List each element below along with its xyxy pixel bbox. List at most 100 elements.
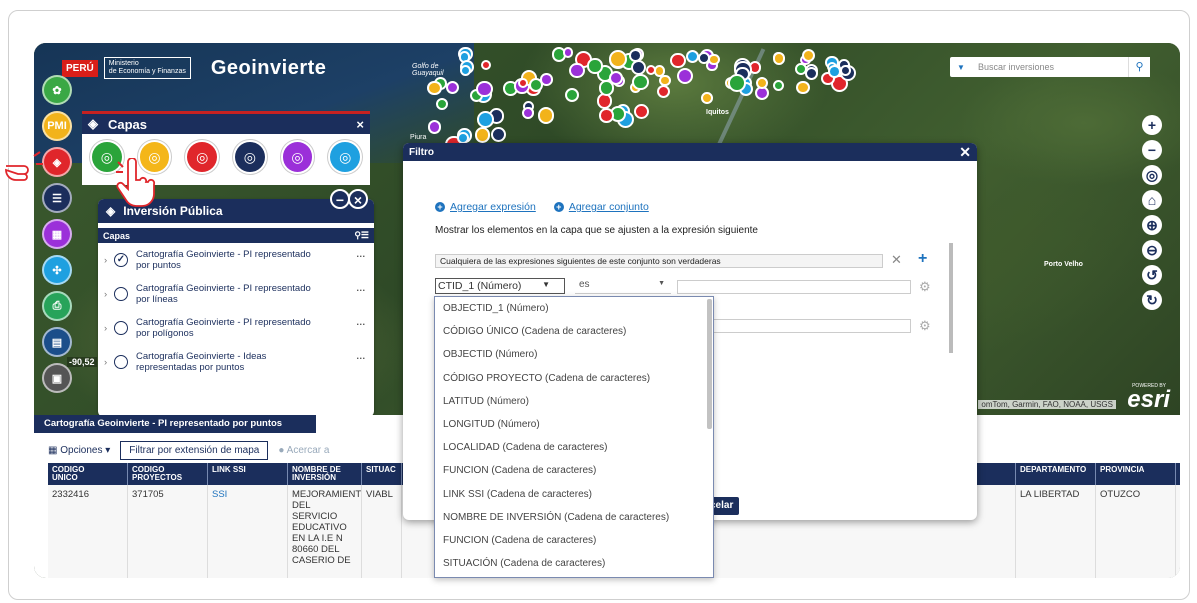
capa-type-5-icon[interactable]: ◎	[280, 140, 315, 174]
zoom-out-area-icon[interactable]: ⊖	[1142, 240, 1162, 260]
dropdown-option[interactable]: LONGITUD (Número)	[435, 413, 713, 436]
zoom-out-icon[interactable]: −	[1142, 140, 1162, 160]
agregar-conjunto-link[interactable]: + Agregar conjunto	[553, 201, 649, 213]
close-icon[interactable]: ×	[356, 117, 364, 132]
layer-toggle[interactable]	[114, 287, 128, 301]
expand-arrow-icon[interactable]: ›	[104, 323, 112, 334]
layer-item[interactable]: › Cartografía Geoinvierte - Ideas represen…	[98, 345, 374, 379]
project-marker[interactable]	[608, 50, 627, 68]
table-tab[interactable]: Cartografía Geoinvierte - PI representad…	[34, 415, 316, 433]
project-marker[interactable]	[633, 103, 649, 120]
project-marker[interactable]	[564, 87, 580, 103]
column-header[interactable]: DEPARTAMENTO	[1016, 463, 1096, 485]
search-icon[interactable]: ⚲	[1128, 57, 1150, 77]
search-input[interactable]: Buscar inversiones	[972, 62, 1128, 72]
project-marker[interactable]	[460, 64, 472, 76]
remove-set-icon[interactable]: ✕	[891, 252, 902, 268]
layer-toggle[interactable]: ✓	[114, 253, 128, 267]
grid-button[interactable]: ▦	[42, 219, 72, 249]
zoom-in-area-icon[interactable]: ⊕	[1142, 215, 1162, 235]
project-marker[interactable]	[805, 66, 819, 80]
filtrar-button[interactable]: Filtrar por extensión de mapa	[120, 441, 269, 460]
project-marker[interactable]	[476, 80, 493, 98]
project-marker[interactable]	[645, 64, 656, 76]
project-marker[interactable]	[772, 80, 785, 92]
project-marker[interactable]	[562, 47, 574, 58]
dropdown-option[interactable]: FUNCION (Cadena de caracteres)	[435, 529, 713, 552]
project-marker[interactable]	[598, 80, 615, 96]
project-marker[interactable]	[490, 126, 506, 142]
more-options-icon[interactable]: …	[356, 249, 370, 260]
dropdown-option[interactable]: NOMBRE DE INVERSIÓN (Cadena de caractere…	[435, 506, 713, 529]
gear-icon[interactable]: ⚙	[919, 318, 931, 334]
project-marker[interactable]	[708, 53, 720, 66]
project-marker[interactable]	[474, 127, 490, 143]
project-marker[interactable]	[427, 120, 442, 134]
project-marker[interactable]	[802, 48, 816, 63]
locate-icon[interactable]: ◎	[1142, 165, 1162, 185]
layer-toggle[interactable]	[114, 355, 128, 369]
dropdown-scrollbar[interactable]	[707, 299, 712, 429]
search-dropdown-icon[interactable]: ▼	[950, 63, 972, 72]
minimize-icon[interactable]: −	[330, 189, 350, 209]
project-marker[interactable]	[677, 68, 694, 85]
project-marker[interactable]	[657, 84, 671, 99]
opciones-button[interactable]: ▦ Opciones ▾	[48, 445, 110, 456]
project-marker[interactable]	[686, 49, 700, 64]
project-marker[interactable]	[599, 108, 614, 123]
rotate-left-icon[interactable]: ↺	[1142, 265, 1162, 285]
project-marker[interactable]	[755, 76, 769, 89]
zoom-in-icon[interactable]: +	[1142, 115, 1162, 135]
dropdown-option[interactable]: LINK SSI (Cadena de caracteres)	[435, 483, 713, 506]
column-header[interactable]: CODIGO PROYECTOS	[128, 463, 208, 485]
project-marker[interactable]	[521, 106, 535, 120]
field-select[interactable]: CTID_1 (Número) ▼	[435, 278, 565, 294]
project-marker[interactable]	[477, 111, 495, 129]
close-icon[interactable]: ✕	[959, 144, 971, 161]
expand-arrow-icon[interactable]: ›	[104, 357, 112, 368]
project-marker[interactable]	[630, 60, 646, 76]
more-options-icon[interactable]: …	[356, 351, 370, 362]
project-marker[interactable]	[827, 64, 841, 78]
project-marker[interactable]	[669, 52, 686, 69]
cell-link-ssi[interactable]: SSI	[208, 485, 288, 578]
more-options-icon[interactable]: …	[356, 317, 370, 328]
set-condition-select[interactable]: Cualquiera de las expresiones siguientes…	[435, 254, 883, 268]
herramientas-button[interactable]: ✣	[42, 255, 72, 285]
dropdown-option[interactable]: LATITUD (Número)	[435, 390, 713, 413]
expand-arrow-icon[interactable]: ›	[104, 289, 112, 300]
capa-type-3-icon[interactable]: ◎	[185, 140, 220, 174]
dropdown-option[interactable]: SITUACIÓN (Cadena de caracteres)	[435, 552, 713, 575]
pmi-button[interactable]: PMI	[42, 111, 72, 141]
search-filter-icon[interactable]: ⚲☰	[354, 230, 369, 241]
project-marker[interactable]	[568, 62, 585, 79]
project-marker[interactable]	[587, 58, 603, 74]
close-panel-icon[interactable]: ×	[348, 189, 368, 209]
dropdown-option[interactable]: FUNCION (Cadena de caracteres)	[435, 459, 713, 482]
gear-icon[interactable]: ⚙	[919, 279, 931, 295]
operator-select[interactable]: es ▼	[575, 278, 671, 294]
search-bar[interactable]: ▼ Buscar inversiones ⚲	[950, 57, 1150, 77]
capas-button[interactable]: ◈	[42, 147, 72, 177]
documento-button[interactable]: ▤	[42, 327, 72, 357]
project-marker[interactable]	[539, 73, 553, 86]
rotate-right-icon[interactable]: ↻	[1142, 290, 1162, 310]
capa-type-4-icon[interactable]: ◎	[233, 140, 267, 174]
project-marker[interactable]	[728, 74, 746, 92]
agregar-expresion-link[interactable]: + Agregar expresión	[435, 201, 536, 213]
field-dropdown-list[interactable]: OBJECTID_1 (Número) CÓDIGO ÚNICO (Cadena …	[434, 296, 714, 578]
project-marker[interactable]	[796, 80, 810, 94]
project-marker[interactable]	[517, 77, 528, 89]
layer-item[interactable]: › Cartografía Geoinvierte - PI representa…	[98, 277, 374, 311]
imprimir-button[interactable]: ⎙	[42, 291, 72, 321]
scrollbar[interactable]	[949, 243, 953, 353]
project-marker[interactable]	[537, 107, 555, 125]
reporte-button[interactable]: ▣	[42, 363, 72, 393]
project-marker[interactable]	[426, 80, 442, 96]
acercar-button[interactable]: ● Acercar a	[278, 445, 329, 456]
column-header[interactable]: CODIGO UNICO	[48, 463, 128, 485]
capa-type-6-icon[interactable]: ◎	[328, 140, 363, 174]
add-expression-icon[interactable]: +	[918, 250, 927, 268]
dropdown-option[interactable]: OBJECTID_1 (Número)	[435, 297, 713, 320]
inversiones-button[interactable]: ✿	[42, 75, 72, 105]
